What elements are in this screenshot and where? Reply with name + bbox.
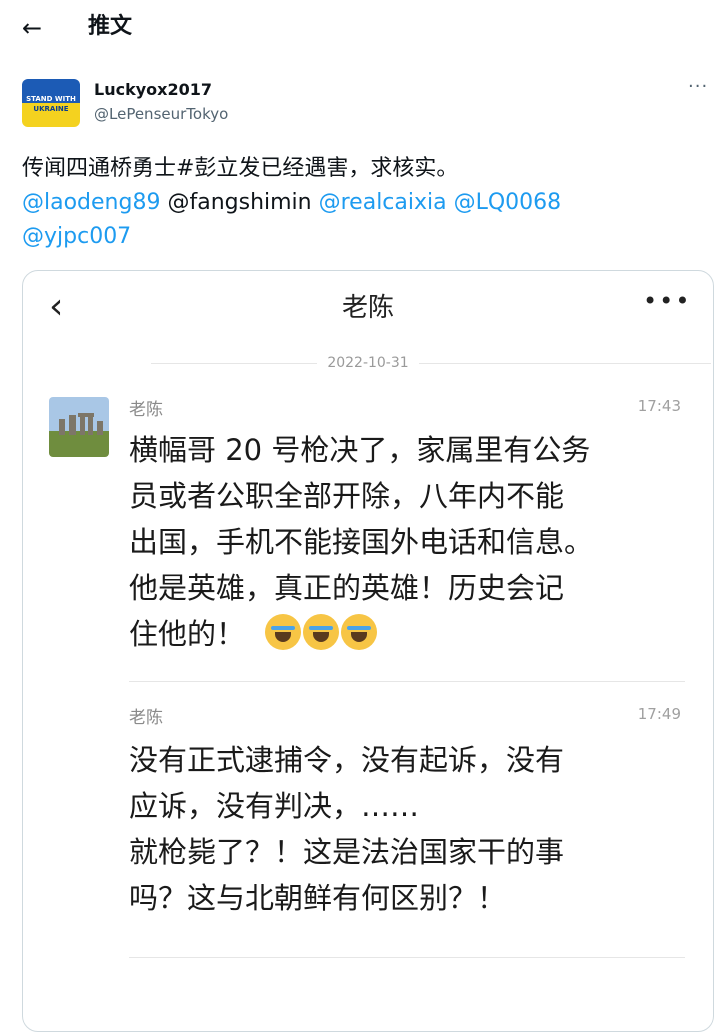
mention-link[interactable]: @realcaixia	[319, 190, 447, 215]
loudly-crying-face-icon	[303, 614, 340, 650]
author-handle[interactable]: @LePenseurTokyo	[94, 104, 228, 124]
arrow-left-icon[interactable]: ←	[22, 14, 42, 42]
message-divider	[129, 957, 685, 958]
more-options-icon[interactable]: ···	[688, 76, 708, 97]
media-card[interactable]: ‹ 老陈 ••• 2022-10-31 老陈 17:43 横幅哥 20 号枪决了…	[22, 270, 714, 1032]
tweet-text: 传闻四通桥勇士#彭立发已经遇害，求核实。 @laodeng89 @fangshi…	[22, 152, 712, 254]
message-time: 17:49	[637, 705, 681, 723]
message-sender: 老陈	[129, 400, 163, 420]
loudly-crying-face-icon	[341, 614, 378, 650]
tweet-mentions: @yjpc007	[22, 220, 712, 254]
message-text: 没有正式逮捕令，没有起诉，没有 应诉，没有判决，…… 就枪毙了？！这是法治国家干…	[129, 743, 565, 915]
page-title: 推文	[88, 14, 133, 39]
sender-avatar	[49, 397, 109, 457]
message-sender: 老陈	[129, 708, 163, 728]
mention-link[interactable]: @LQ0068	[454, 190, 562, 215]
mention-text: @fangshimin	[167, 190, 312, 215]
chat-title: 老陈	[341, 293, 394, 323]
tweet-body: 传闻四通桥勇士#彭立发已经遇害，求核实。	[22, 156, 459, 181]
tweet-mentions: @laodeng89 @fangshimin @realcaixia @LQ00…	[22, 186, 712, 220]
avatar-text: STAND WITH	[26, 95, 76, 103]
top-bar: ← 推文	[0, 0, 728, 56]
author-name[interactable]: Luckyox2017	[94, 80, 212, 100]
message-text: 横幅哥 20 号枪决了，家属里有公务 员或者公职全部开除，八年内不能 出国，手机…	[129, 433, 594, 651]
avatar-text: UKRAINE	[33, 105, 69, 113]
mention-link[interactable]: @laodeng89	[22, 190, 160, 215]
message-divider	[129, 681, 685, 682]
mention-link[interactable]: @yjpc007	[22, 224, 131, 249]
message-time: 17:43	[637, 397, 681, 415]
loudly-crying-face-icon	[265, 614, 302, 650]
chat-date: 2022-10-31	[23, 353, 713, 373]
more-dots-icon: •••	[643, 287, 692, 315]
avatar[interactable]: STAND WITH UKRAINE	[22, 79, 80, 127]
